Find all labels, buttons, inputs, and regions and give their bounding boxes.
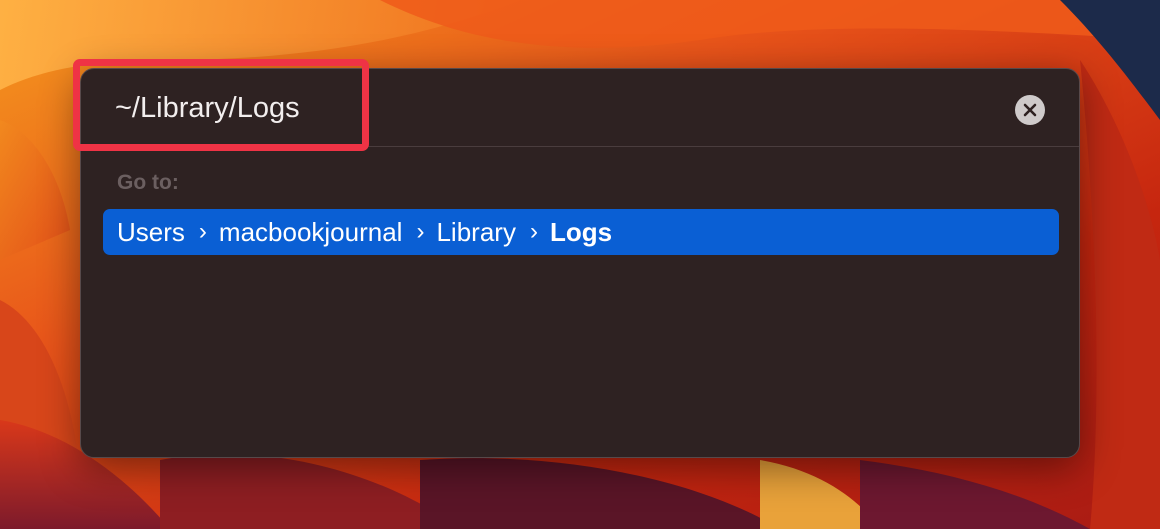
goto-label: Go to:: [117, 171, 179, 194]
clear-button[interactable]: [1015, 95, 1045, 125]
crumb-current-folder: Logs: [549, 216, 613, 247]
close-icon: [1023, 103, 1037, 117]
path-input-row: [81, 69, 1079, 147]
crumb-library: Library: [436, 216, 516, 247]
path-input[interactable]: [115, 89, 715, 127]
go-to-folder-dialog: Go to: Users › macbookjournal › Library …: [80, 68, 1080, 458]
crumb-user-folder: macbookjournal: [218, 216, 403, 247]
crumb-separator: ›: [529, 218, 538, 245]
result-item-selected[interactable]: Users › macbookjournal › Library › Logs: [103, 209, 1059, 255]
crumb-users: Users: [117, 216, 185, 247]
crumb-separator: ›: [198, 218, 207, 245]
crumb-separator: ›: [416, 218, 425, 245]
